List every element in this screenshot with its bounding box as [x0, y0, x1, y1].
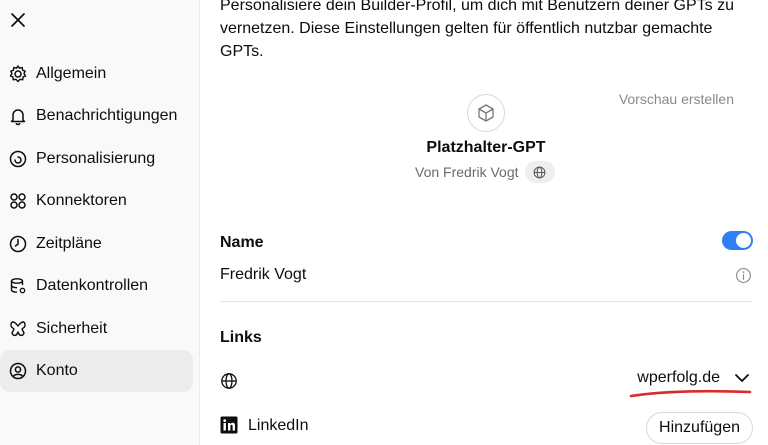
sidebar-item-zeitplaene[interactable]: Zeitpläne: [0, 223, 193, 265]
sidebar-item-personalisierung[interactable]: Personalisierung: [0, 138, 193, 180]
red-underline-annotation: [629, 389, 752, 398]
sidebar-item-label: Zeitpläne: [36, 235, 102, 252]
globe-icon: [221, 373, 237, 389]
cube-icon: [478, 104, 494, 122]
gpt-avatar: [467, 94, 505, 132]
sidebar-item-label: Sicherheit: [36, 320, 108, 337]
globe-icon: [533, 166, 546, 178]
close-button[interactable]: [6, 8, 30, 32]
name-section-title: Name: [220, 234, 264, 251]
gpt-name: Platzhalter-GPT: [426, 139, 546, 156]
section-divider: [220, 301, 753, 302]
close-icon: [11, 13, 25, 27]
domain-select[interactable]: wperfolg.de: [637, 369, 750, 387]
account-icon: [7, 360, 29, 382]
sidebar-item-benachrichtigungen[interactable]: Benachrichtigungen: [0, 95, 193, 137]
name-value: Fredrik Vogt: [220, 266, 307, 283]
personalization-icon: [7, 148, 29, 170]
sidebar-item-konnektoren[interactable]: Konnektoren: [0, 180, 193, 222]
toggle-knob: [736, 233, 751, 248]
connectors-icon: [7, 190, 29, 212]
sidebar-item-datenkontrollen[interactable]: Datenkontrollen: [0, 265, 193, 307]
builder-profile-panel: Personalisiere dein Builder-Profil, um d…: [200, 0, 768, 445]
name-visibility-toggle[interactable]: [722, 231, 753, 250]
sidebar-item-label: Datenkontrollen: [36, 277, 149, 294]
gpt-author-row: Von Fredrik Vogt: [415, 161, 555, 183]
linkedin-label: LinkedIn: [248, 417, 309, 434]
intro-text: Personalisiere dein Builder-Profil, um d…: [220, 0, 735, 60]
preview-link[interactable]: Vorschau erstellen: [619, 91, 734, 107]
database-icon: [7, 275, 29, 297]
clock-icon: [7, 233, 29, 255]
gpt-author: Von Fredrik Vogt: [415, 164, 519, 180]
gear-icon: [7, 63, 29, 85]
add-linkedin-button[interactable]: Hinzufügen: [646, 412, 753, 444]
links-section-title: Links: [220, 329, 262, 346]
sidebar-item-label: Allgemein: [36, 65, 107, 82]
bell-icon: [7, 105, 29, 127]
linkedin-icon: [220, 416, 238, 434]
sidebar-item-konto[interactable]: Konto: [0, 350, 193, 392]
sidebar-item-label: Personalisierung: [36, 150, 156, 167]
sidebar-item-allgemein[interactable]: Allgemein: [0, 53, 193, 95]
sidebar-item-label: Benachrichtigungen: [36, 107, 178, 124]
sidebar-item-sicherheit[interactable]: Sicherheit: [0, 308, 193, 350]
visibility-chip[interactable]: [524, 161, 555, 183]
sidebar-item-label: Konto: [36, 362, 78, 379]
shield-icon: [7, 318, 29, 340]
settings-sidebar: Allgemein Benachrichtigungen Personalisi…: [0, 0, 200, 445]
info-icon[interactable]: [735, 267, 752, 284]
selected-domain: wperfolg.de: [637, 369, 720, 386]
sidebar-item-label: Konnektoren: [36, 192, 127, 209]
chevron-down-icon: [735, 374, 749, 382]
